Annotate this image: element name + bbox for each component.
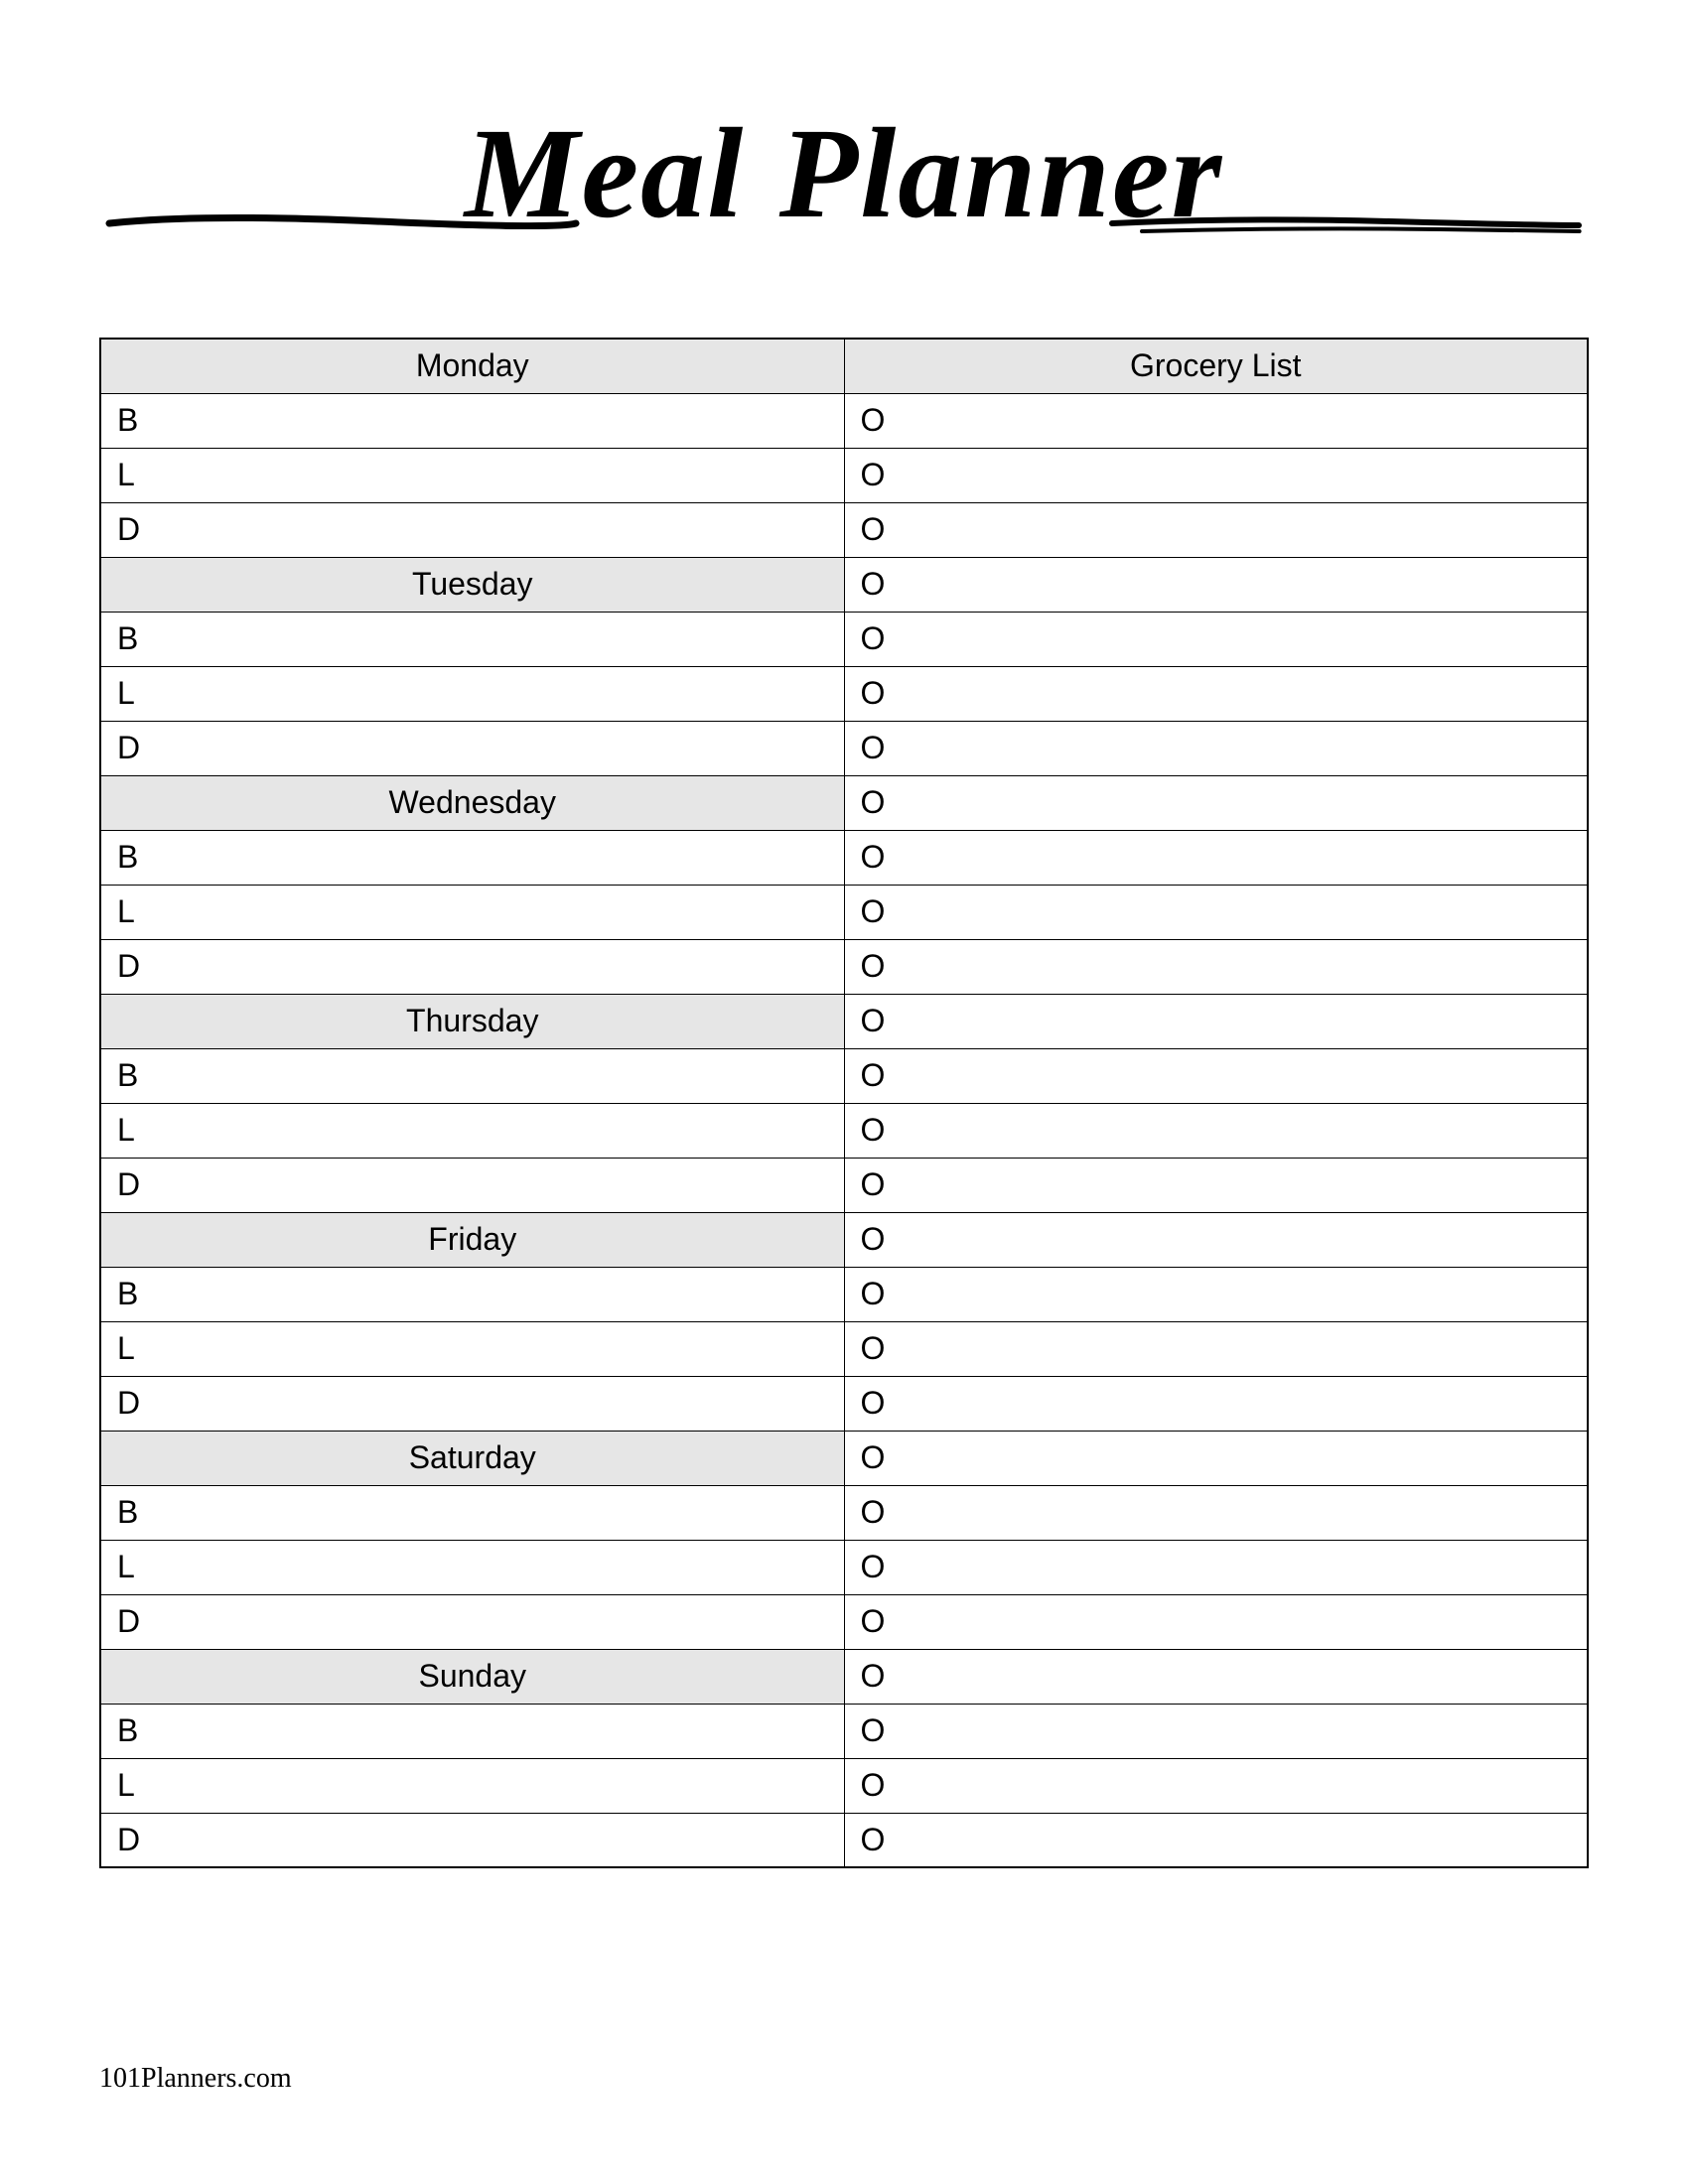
footer-credit: 101Planners.com <box>99 2063 292 2095</box>
grocery-item: O <box>844 939 1588 994</box>
grocery-item: O <box>844 1212 1588 1267</box>
grocery-item: O <box>844 1594 1588 1649</box>
meal-wednesday-d: D <box>100 939 844 994</box>
meal-monday-b: B <box>100 393 844 448</box>
meal-thursday-d: D <box>100 1158 844 1212</box>
grocery-item: O <box>844 557 1588 612</box>
grocery-item: O <box>844 1813 1588 1867</box>
grocery-item: O <box>844 1540 1588 1594</box>
grocery-item: O <box>844 502 1588 557</box>
day-header-wednesday: Wednesday <box>100 775 844 830</box>
page-header: Meal Planner <box>99 99 1589 278</box>
meal-friday-l: L <box>100 1321 844 1376</box>
meal-tuesday-b: B <box>100 612 844 666</box>
meal-saturday-d: D <box>100 1594 844 1649</box>
meal-thursday-l: L <box>100 1103 844 1158</box>
grocery-item: O <box>844 1431 1588 1485</box>
grocery-item: O <box>844 612 1588 666</box>
grocery-item: O <box>844 1485 1588 1540</box>
grocery-item: O <box>844 830 1588 885</box>
meal-wednesday-l: L <box>100 885 844 939</box>
grocery-item: O <box>844 721 1588 775</box>
meal-thursday-b: B <box>100 1048 844 1103</box>
meal-monday-d: D <box>100 502 844 557</box>
meal-friday-b: B <box>100 1267 844 1321</box>
grocery-item: O <box>844 1103 1588 1158</box>
day-header-tuesday: Tuesday <box>100 557 844 612</box>
grocery-item: O <box>844 775 1588 830</box>
day-header-thursday: Thursday <box>100 994 844 1048</box>
grocery-item: O <box>844 1048 1588 1103</box>
day-header-saturday: Saturday <box>100 1431 844 1485</box>
grocery-item: O <box>844 448 1588 502</box>
grocery-item: O <box>844 393 1588 448</box>
grocery-list-header: Grocery List <box>844 339 1588 393</box>
grocery-item: O <box>844 1267 1588 1321</box>
grocery-item: O <box>844 1704 1588 1758</box>
grocery-item: O <box>844 1758 1588 1813</box>
grocery-item: O <box>844 1649 1588 1704</box>
meal-tuesday-l: L <box>100 666 844 721</box>
grocery-item: O <box>844 666 1588 721</box>
grocery-item: O <box>844 1376 1588 1431</box>
grocery-item: O <box>844 1321 1588 1376</box>
meal-monday-l: L <box>100 448 844 502</box>
grocery-item: O <box>844 994 1588 1048</box>
day-header-sunday: Sunday <box>100 1649 844 1704</box>
meal-wednesday-b: B <box>100 830 844 885</box>
meal-tuesday-d: D <box>100 721 844 775</box>
page-title: Meal Planner <box>465 99 1223 248</box>
meal-friday-d: D <box>100 1376 844 1431</box>
grocery-item: O <box>844 885 1588 939</box>
meal-saturday-b: B <box>100 1485 844 1540</box>
meal-sunday-l: L <box>100 1758 844 1813</box>
grocery-item: O <box>844 1158 1588 1212</box>
meal-sunday-d: D <box>100 1813 844 1867</box>
meal-saturday-l: L <box>100 1540 844 1594</box>
meal-planner-table: MondayGrocery ListBOLODOTuesdayOBOLODOWe… <box>99 338 1589 1868</box>
day-header-friday: Friday <box>100 1212 844 1267</box>
day-header-monday: Monday <box>100 339 844 393</box>
meal-sunday-b: B <box>100 1704 844 1758</box>
